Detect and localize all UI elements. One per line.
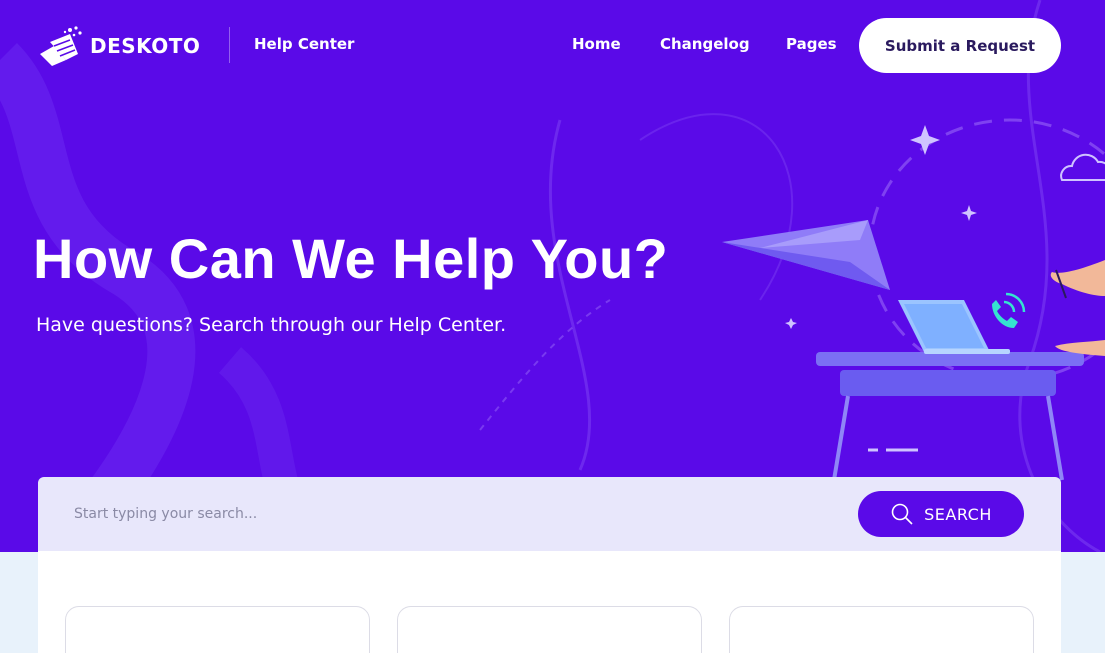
nav-pages[interactable]: Pages — [786, 35, 837, 53]
search-button-label: SEARCH — [924, 504, 992, 524]
nav-changelog[interactable]: Changelog — [660, 35, 750, 53]
search-button[interactable]: SEARCH — [858, 491, 1024, 537]
help-center-link[interactable]: Help Center — [254, 35, 354, 53]
category-card[interactable] — [729, 606, 1034, 653]
hero-subtitle: Have questions? Search through our Help … — [36, 314, 507, 336]
category-card[interactable] — [65, 606, 370, 653]
submit-request-button[interactable]: Submit a Request — [859, 18, 1061, 73]
phone-icon — [992, 292, 1026, 328]
search-input[interactable] — [74, 501, 834, 527]
header-divider — [229, 27, 230, 63]
cloud-icon — [1060, 153, 1105, 181]
search-icon — [891, 503, 913, 525]
hero-title: How Can We Help You? — [33, 227, 669, 290]
search-bar: SEARCH — [38, 477, 1061, 551]
nav-home[interactable]: Home — [572, 35, 621, 53]
hero-section: DESKOTO Help Center Home Changelog Pages… — [0, 0, 1105, 552]
category-card[interactable] — [397, 606, 702, 653]
brand-logo[interactable]: DESKOTO — [36, 24, 200, 68]
logo-icon — [40, 26, 82, 66]
paper-plane-illustration — [722, 220, 890, 290]
top-navigation: DESKOTO Help Center Home Changelog Pages… — [0, 0, 1105, 90]
content-panel — [38, 551, 1061, 653]
brand-name: DESKOTO — [90, 34, 201, 58]
